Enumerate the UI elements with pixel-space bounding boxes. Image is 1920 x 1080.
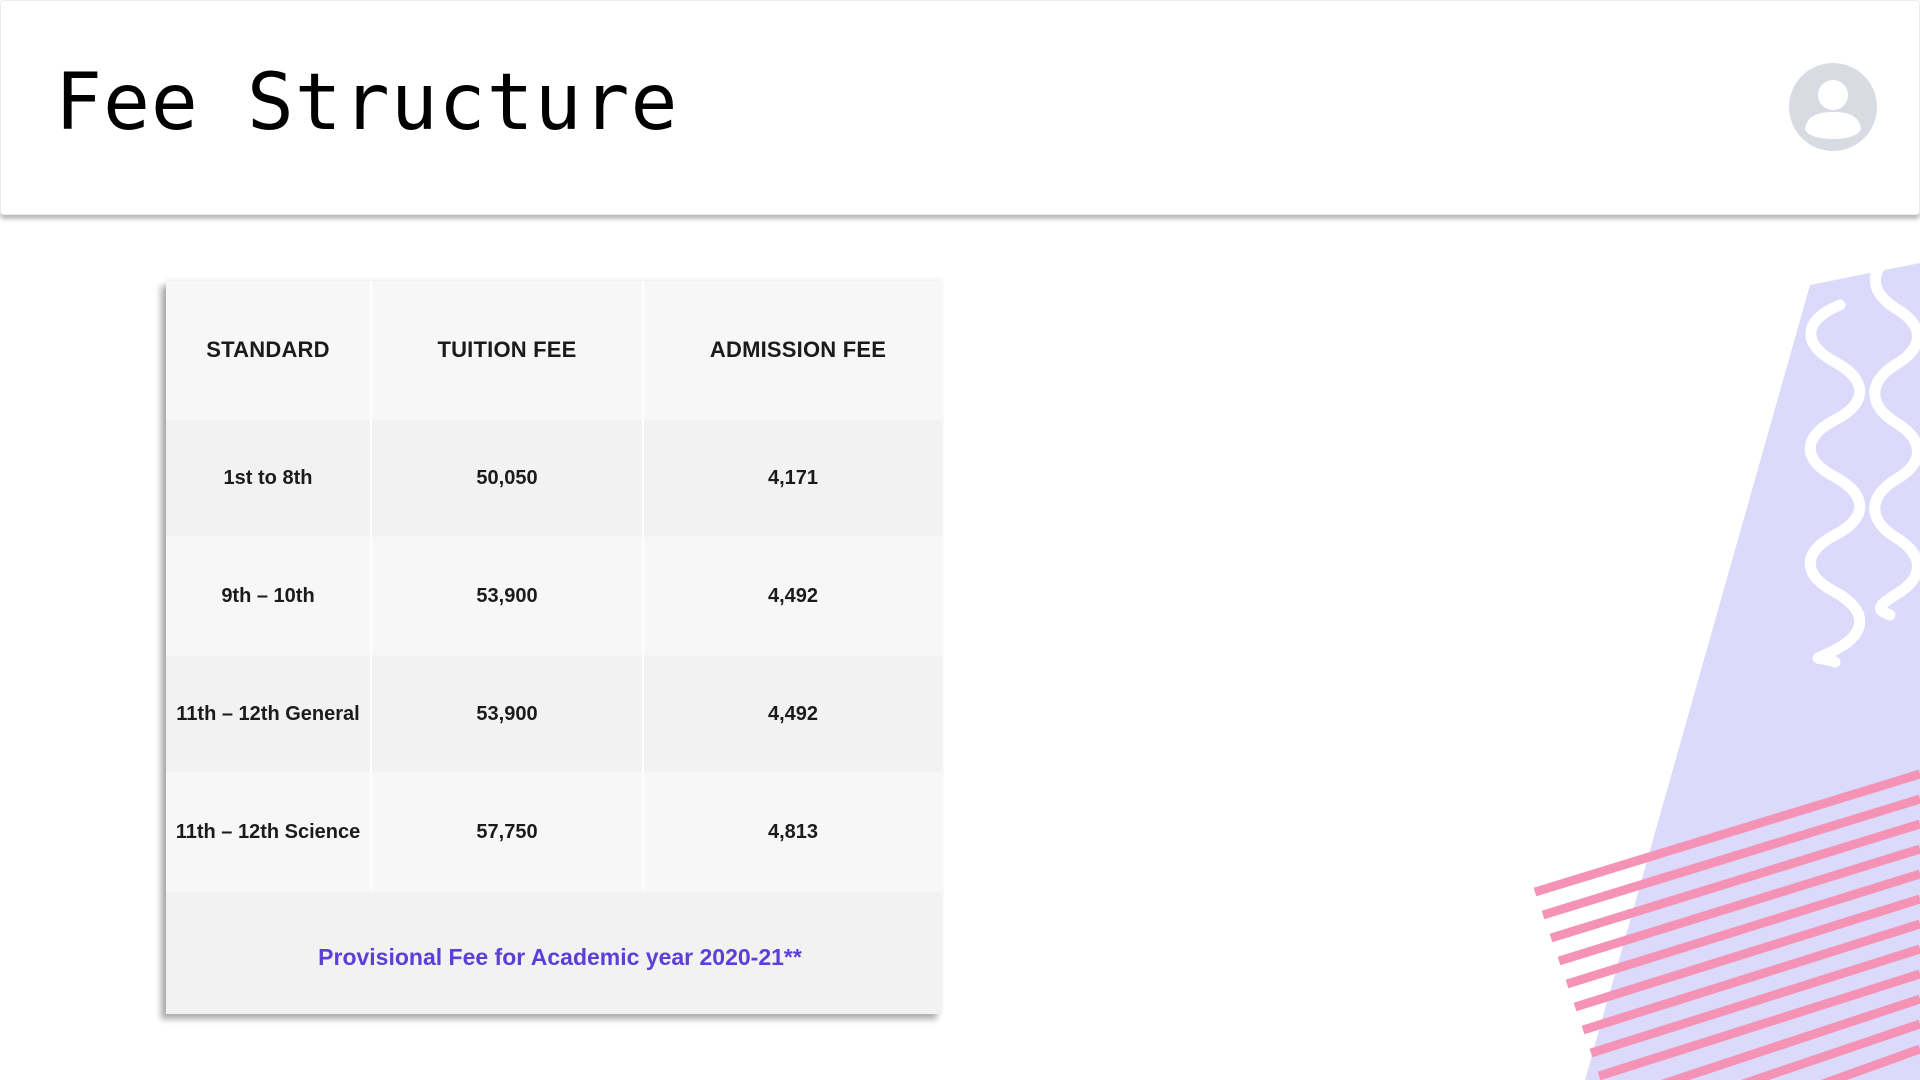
- pink-stripes: [1533, 769, 1920, 1080]
- footnote-text: Provisional Fee for Academic year 2020-2…: [318, 943, 802, 970]
- table-row: 11th – 12th Science 57,750 4,813: [166, 774, 942, 890]
- page-title: Fee Structure: [55, 58, 679, 148]
- admission-fee-cell: 4,813: [767, 820, 819, 843]
- admission-fee-cell: 4,492: [767, 584, 819, 607]
- standard-cell: 1st to 8th: [166, 420, 372, 536]
- standard-cell: 11th – 12th Science: [166, 774, 372, 890]
- white-squiggles: [1804, 244, 1920, 668]
- tuition-fee-cell: 53,900: [372, 538, 644, 654]
- column-header-tuition-fee: TUITION FEE: [372, 281, 644, 418]
- column-header-standard: STANDARD: [166, 281, 372, 418]
- person-icon: [1805, 80, 1861, 139]
- table-footer-row: Provisional Fee for Academic year 2020-2…: [166, 892, 942, 1014]
- table-row: 11th – 12th General 53,900 4,492: [166, 656, 942, 772]
- admission-fee-cell: 4,171: [767, 466, 819, 489]
- fee-table: STANDARD TUITION FEE ADMISSION FEE 1st t…: [166, 281, 942, 1014]
- user-avatar-icon[interactable]: [1789, 63, 1877, 151]
- table-header-row: STANDARD TUITION FEE ADMISSION FEE: [166, 281, 942, 418]
- standard-cell: 11th – 12th General: [166, 656, 372, 772]
- standard-cell: 9th – 10th: [166, 538, 372, 654]
- header-bar: Fee Structure: [0, 0, 1920, 215]
- column-header-admission-fee: ADMISSION FEE: [709, 336, 887, 362]
- slide-page: Fee Structure STANDARD TUITION FEE ADMIS…: [0, 0, 1920, 1080]
- table-row: 9th – 10th 53,900 4,492: [166, 538, 942, 654]
- tuition-fee-cell: 50,050: [372, 420, 644, 536]
- lavender-shape: [1585, 263, 1920, 1080]
- tuition-fee-cell: 57,750: [372, 774, 644, 890]
- table-row: 1st to 8th 50,050 4,171: [166, 420, 942, 536]
- tuition-fee-cell: 53,900: [372, 656, 644, 772]
- admission-fee-cell: 4,492: [767, 702, 819, 725]
